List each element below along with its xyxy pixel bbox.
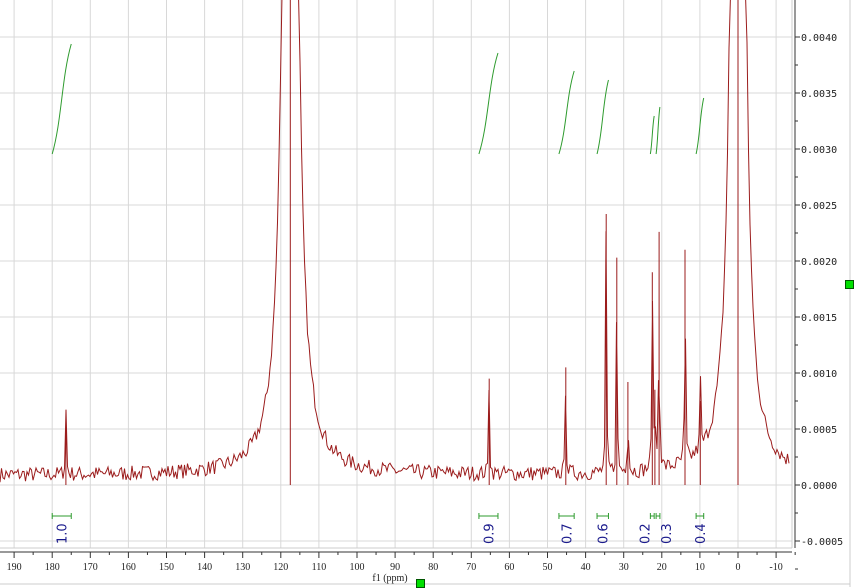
y-tick-label: 0.0005 bbox=[801, 425, 837, 436]
x-tick-label: 50 bbox=[543, 562, 553, 573]
x-tick-label: 120 bbox=[273, 562, 288, 573]
x-tick-label: 0 bbox=[736, 562, 741, 573]
grid bbox=[0, 0, 792, 548]
x-tick-label: 90 bbox=[390, 562, 400, 573]
integral-value-label: 0.6 bbox=[597, 523, 612, 544]
resize-handle-right[interactable] bbox=[845, 280, 854, 289]
y-tick-label: 0.0010 bbox=[801, 369, 837, 380]
axes: 190 180 170 160 150 140 130 120 110 100 90 80 70 60 50… bbox=[0, 0, 851, 587]
x-tick-label: 100 bbox=[350, 562, 365, 573]
x-tick-label: 20 bbox=[657, 562, 667, 573]
integral-value-label: 1.0 bbox=[56, 523, 71, 544]
integral-value-label: 0.4 bbox=[694, 523, 709, 544]
x-tick-label: 110 bbox=[312, 562, 327, 573]
integral-curve bbox=[478, 52, 499, 155]
y-tick-label: -0.0005 bbox=[801, 537, 843, 548]
x-tick-label: 80 bbox=[428, 562, 438, 573]
integral-curve bbox=[649, 115, 655, 155]
y-tick-label: 0.0035 bbox=[801, 89, 837, 100]
y-tick-label: 0.0040 bbox=[801, 33, 837, 44]
integral-curve bbox=[596, 79, 609, 155]
integral-curve bbox=[558, 70, 575, 155]
integral-value-label: 0.9 bbox=[482, 523, 497, 544]
x-axis-label: f1 (ppm) bbox=[372, 573, 407, 584]
integral-value-label: 0.2 bbox=[638, 523, 653, 544]
integral-value-label: 0.7 bbox=[561, 523, 576, 544]
x-tick-label: 60 bbox=[504, 562, 514, 573]
x-tick-label: -10 bbox=[769, 562, 782, 573]
y-tick-label: 0.0015 bbox=[801, 313, 837, 324]
integral-value-label: 0.3 bbox=[660, 523, 675, 544]
integral-curve bbox=[655, 106, 661, 155]
y-tick-label: 0.0030 bbox=[801, 145, 837, 156]
spectrum-line bbox=[0, 0, 790, 485]
integrals: 1.0 0.9 0.7 0.6 0.2 0.3 0.4 bbox=[51, 43, 709, 544]
x-tick-label: 30 bbox=[619, 562, 629, 573]
x-tick-label: 10 bbox=[695, 562, 705, 573]
x-tick-label: 150 bbox=[159, 562, 174, 573]
x-tick-label: 180 bbox=[45, 562, 60, 573]
x-tick-label: 70 bbox=[466, 562, 476, 573]
y-tick-label: 0.0000 bbox=[801, 481, 837, 492]
x-tick-label: 190 bbox=[7, 562, 22, 573]
y-tick-label: 0.0020 bbox=[801, 257, 837, 268]
y-tick-label: 0.0025 bbox=[801, 201, 837, 212]
x-tick-label: 40 bbox=[581, 562, 591, 573]
x-tick-label: 170 bbox=[83, 562, 98, 573]
x-tick-label: 130 bbox=[235, 562, 250, 573]
integral-curve bbox=[51, 43, 72, 155]
nmr-spectrum-chart: 1.0 0.9 0.7 0.6 0.2 0.3 0.4 190 180 170 160 150 140… bbox=[0, 0, 851, 587]
x-tick-label: 160 bbox=[121, 562, 136, 573]
x-tick-label: 140 bbox=[197, 562, 212, 573]
